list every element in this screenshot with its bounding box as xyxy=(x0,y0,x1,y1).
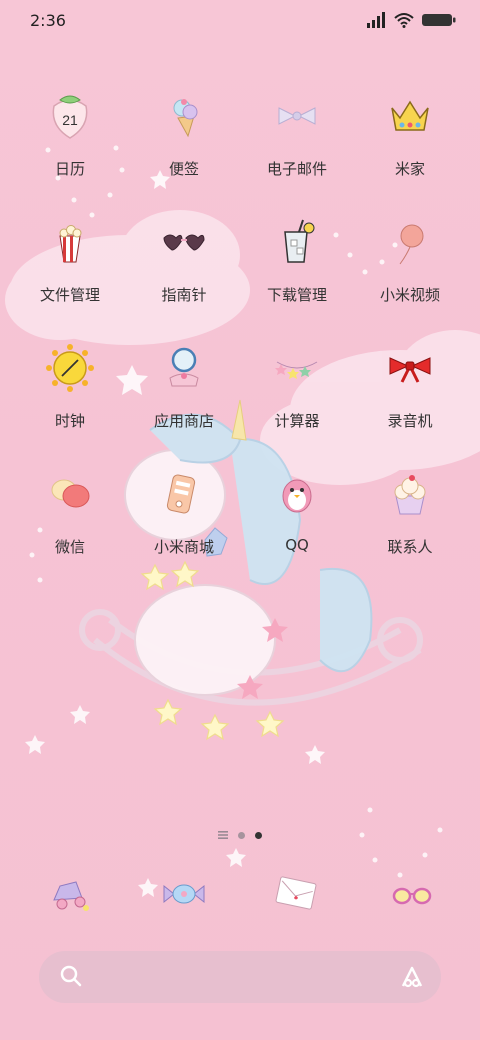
popcorn-files-icon xyxy=(59,225,82,263)
sunglasses-icon[interactable] xyxy=(388,870,436,918)
signal-icon xyxy=(367,12,385,28)
drink-cup-downloads-icon xyxy=(284,219,315,263)
app-compass[interactable]: 指南针 xyxy=(124,218,244,328)
app-email[interactable]: 电子邮件 xyxy=(237,92,357,202)
wifi-icon xyxy=(394,13,414,28)
sun-clock-icon xyxy=(46,344,94,392)
calendar-date: 21 xyxy=(62,112,78,128)
status-icons xyxy=(366,12,456,28)
app-label: QQ xyxy=(285,536,309,554)
app-calculator[interactable]: 计算器 xyxy=(237,344,357,454)
app-notes[interactable]: 便签 xyxy=(124,92,244,202)
app-label: 米家 xyxy=(394,160,425,178)
app-label: 文件管理 xyxy=(39,286,100,304)
app-mi-store[interactable]: 小米商城 xyxy=(124,470,244,580)
app-mi-video[interactable]: 小米视频 xyxy=(350,218,470,328)
page-dot-active xyxy=(255,831,262,839)
app-downloads[interactable]: 下载管理 xyxy=(237,218,357,328)
candy-icon[interactable] xyxy=(160,870,208,918)
page-indicator[interactable] xyxy=(218,830,262,840)
toy-car-icon[interactable] xyxy=(46,870,94,918)
app-label: 时钟 xyxy=(54,412,85,430)
bow-mail-icon xyxy=(278,107,316,125)
heart-glasses-compass-icon xyxy=(163,234,205,251)
status-time: 2:36 xyxy=(30,11,66,30)
star-garland-calculator-icon xyxy=(275,361,318,379)
page-list-icon xyxy=(218,831,228,839)
penguin-qq-icon xyxy=(282,479,312,513)
red-bow-recorder-icon xyxy=(389,357,431,383)
app-label: 日历 xyxy=(54,160,85,178)
app-qq[interactable]: QQ xyxy=(237,470,357,580)
cupcake-contacts-icon xyxy=(394,475,426,515)
app-label: 录音机 xyxy=(387,412,433,430)
ring-app-store-icon xyxy=(169,347,199,387)
phone-mi-store-icon xyxy=(166,474,196,514)
dock xyxy=(0,870,480,920)
app-label: 下载管理 xyxy=(266,286,327,304)
calendar-strawberry-icon: 21 xyxy=(52,95,88,139)
envelope-icon[interactable] xyxy=(274,870,322,918)
crown-mijia-icon xyxy=(391,100,429,131)
app-recorder[interactable]: 录音机 xyxy=(350,344,470,454)
assistant-icon[interactable] xyxy=(399,964,425,990)
app-calendar[interactable]: 21 日历 xyxy=(10,92,130,202)
status-bar: 2:36 xyxy=(0,0,480,42)
app-contacts[interactable]: 联系人 xyxy=(350,470,470,580)
search-icon xyxy=(60,965,82,987)
app-mijia[interactable]: 米家 xyxy=(350,92,470,202)
app-wechat[interactable]: 微信 xyxy=(10,470,130,580)
bubbles-wechat-icon xyxy=(51,479,90,508)
battery-icon xyxy=(422,14,456,26)
app-store[interactable]: 应用商店 xyxy=(124,344,244,454)
app-label: 微信 xyxy=(54,538,85,556)
app-label: 便签 xyxy=(168,160,199,178)
app-label: 计算器 xyxy=(274,412,320,430)
app-label: 应用商店 xyxy=(153,412,214,430)
search-bar[interactable] xyxy=(39,951,441,1003)
balloon-video-icon xyxy=(399,224,424,265)
ice-cream-notes-icon xyxy=(173,99,198,138)
app-label: 小米商城 xyxy=(153,538,214,556)
app-label: 联系人 xyxy=(387,538,433,556)
app-label: 指南针 xyxy=(161,286,207,304)
app-label: 电子邮件 xyxy=(266,160,327,178)
app-clock[interactable]: 时钟 xyxy=(10,344,130,454)
page-dot xyxy=(238,831,245,839)
app-label: 小米视频 xyxy=(379,286,440,304)
app-files[interactable]: 文件管理 xyxy=(10,218,130,328)
